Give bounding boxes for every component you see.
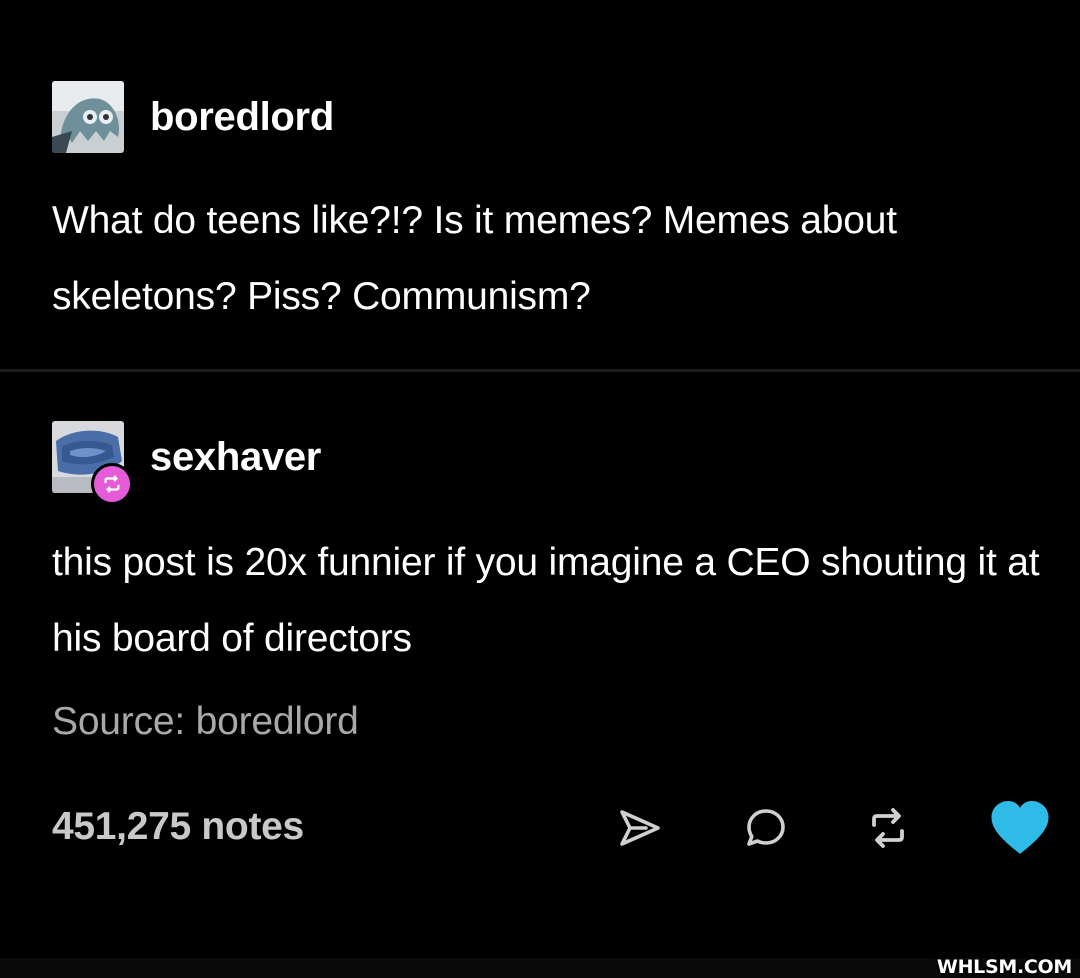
like-icon [991,801,1049,854]
reply-button[interactable] [734,796,798,860]
share-button[interactable] [608,796,672,860]
avatar-boredlord[interactable] [52,81,124,153]
reblog-button[interactable] [856,796,920,860]
post-text: this post is 20x funnier if you imagine … [52,541,1040,660]
share-icon [620,810,660,846]
reply-icon [747,809,785,846]
username[interactable]: sexhaver [150,435,321,480]
watermark-bar [0,958,1080,978]
source-link[interactable]: Source: boredlord [52,700,359,744]
post-text: What do teens like?!? Is it memes? Memes… [52,199,897,318]
like-button[interactable] [988,796,1052,860]
ghost-avatar-icon [52,81,124,153]
watermark: WHLSM.COM [936,956,1072,978]
original-post: boredlord What do teens like?!? Is it me… [0,0,1080,370]
reblog-post: sexhaver this post is 20x funnier if you… [0,372,1080,958]
username[interactable]: boredlord [150,95,334,140]
notes-count[interactable]: 451,275 notes [52,805,304,849]
reblog-badge [91,463,133,505]
reblog-badge-icon [104,475,120,493]
reblog-icon [872,808,904,848]
